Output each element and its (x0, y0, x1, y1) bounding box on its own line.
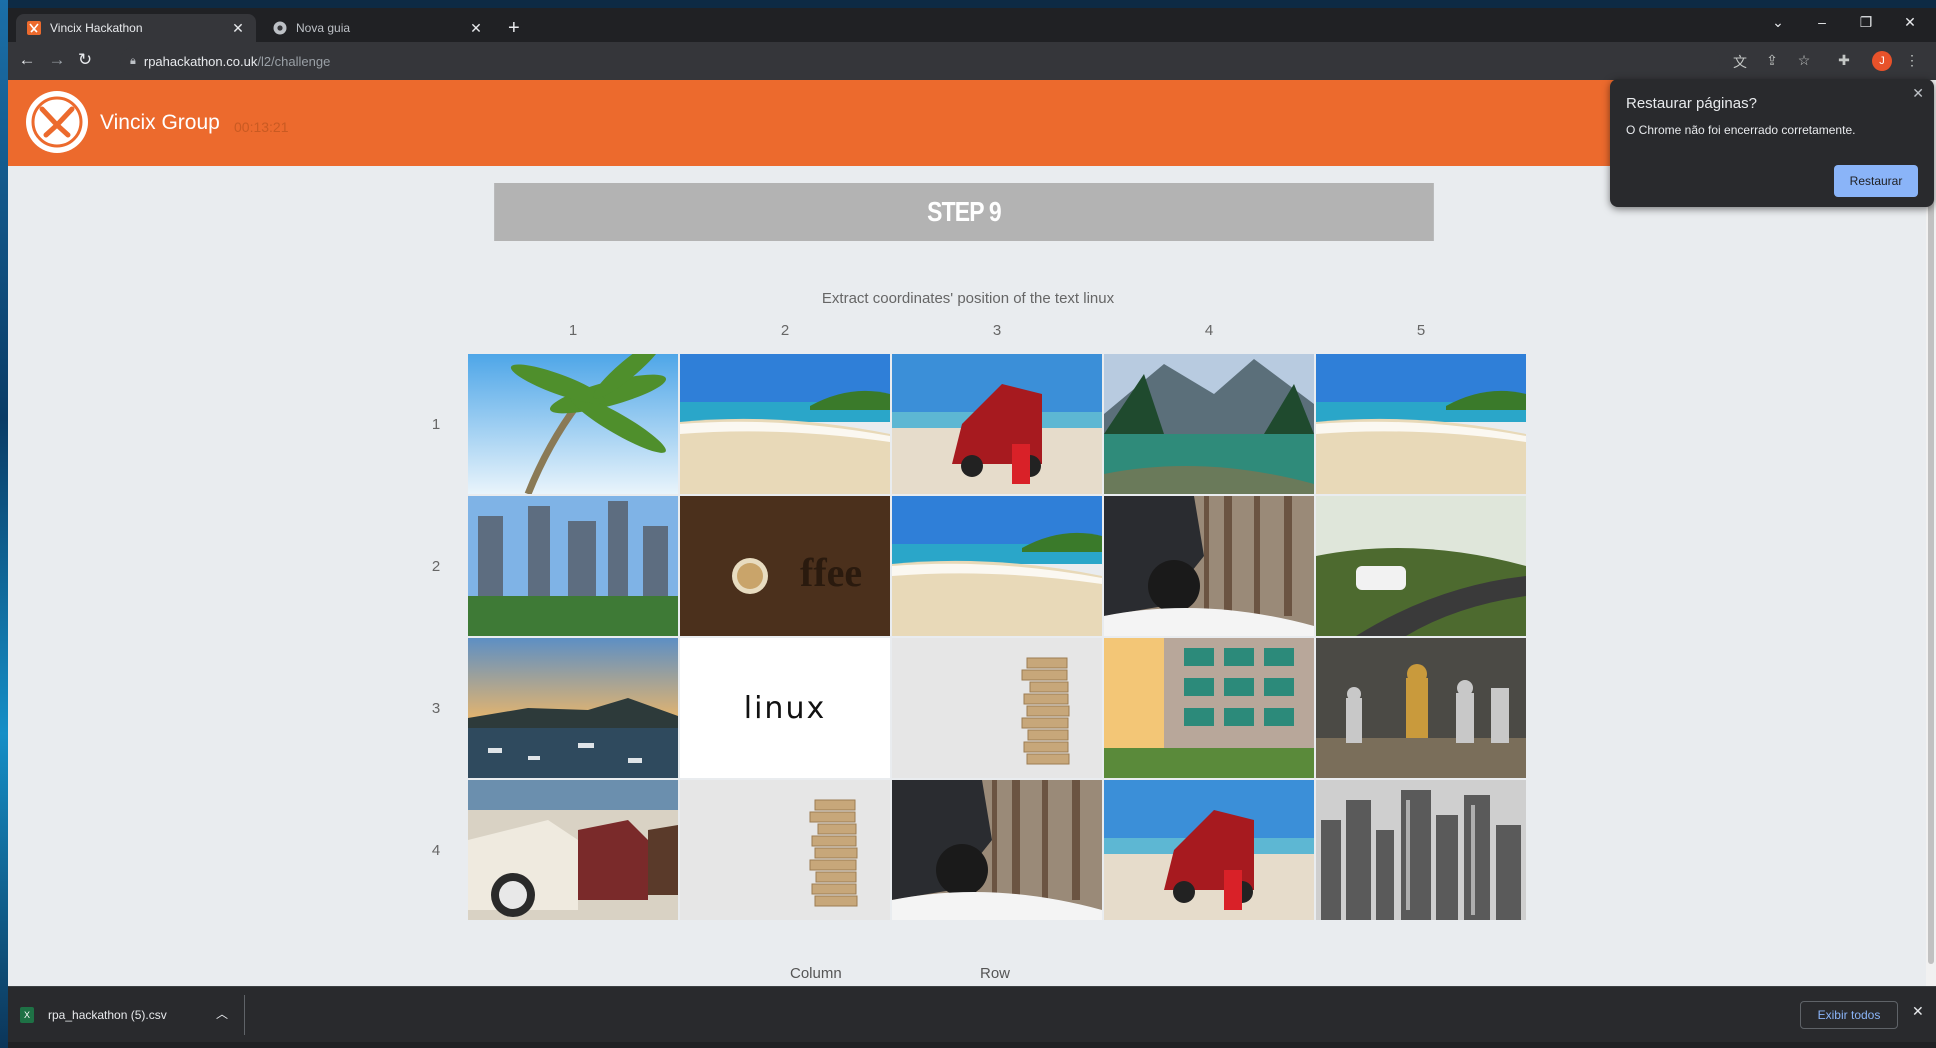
download-divider (244, 995, 245, 1035)
column-header: 1 (568, 322, 578, 339)
profile-avatar[interactable]: J (1872, 51, 1892, 71)
grid-image-apartment-sunset[interactable] (1104, 638, 1314, 778)
tab-search-icon[interactable]: ⌄ (1756, 14, 1800, 31)
url-host: rpahackathon.co.uk (143, 53, 258, 69)
grid-image-coffee-beans[interactable]: ffee (680, 496, 890, 636)
translate-icon[interactable]: 文 (1730, 52, 1750, 72)
vincix-logo (26, 91, 88, 153)
tab-strip: Vincix Hackathon ✕ Nova guia ✕ + ⌄ – ❐ ✕ (8, 8, 1936, 42)
grid-image-palm-tree[interactable] (468, 354, 678, 494)
url-path: /l2/challenge (257, 53, 331, 69)
grid-image-linux[interactable]: linux (680, 638, 890, 778)
column-header: 4 (1204, 322, 1214, 339)
page-content: Vincix Group 00:13:21 STEP 9 Extract coo… (8, 80, 1926, 986)
popup-close-icon[interactable]: ✕ (1912, 85, 1924, 102)
vincix-favicon-icon (26, 20, 42, 36)
tab-close-icon[interactable]: ✕ (230, 20, 246, 37)
restore-button[interactable]: Restaurar (1834, 165, 1918, 197)
tab-nova-guia[interactable]: Nova guia ✕ (262, 14, 494, 42)
svg-text:ffee: ffee (800, 550, 862, 595)
download-bar: X rpa_hackathon (5).csv ︿ Exibir todos ✕ (8, 986, 1936, 1042)
excel-file-icon: X (20, 1007, 34, 1023)
download-filename: rpa_hackathon (5).csv (48, 1008, 167, 1022)
grid-image-red-car-beach[interactable] (1104, 780, 1314, 920)
grid-image-beach[interactable] (892, 496, 1102, 636)
page-scrollbar[interactable] (1926, 80, 1936, 986)
tab-title: Vincix Hackathon (50, 21, 143, 35)
browser-toolbar: ← → ↻ 🔒︎ rpahackathon.co.uk/l2/challenge… (8, 42, 1936, 80)
grid-image-city-bw[interactable] (1316, 780, 1526, 920)
tab-close-icon[interactable]: ✕ (468, 20, 484, 37)
desktop-background (0, 0, 8, 1048)
new-tab-button[interactable]: + (508, 18, 520, 38)
row-header: 2 (431, 558, 441, 575)
grid-image-jenga-tower[interactable] (892, 638, 1102, 778)
grid-image-mountain-lake[interactable] (1104, 354, 1314, 494)
grid-image-beach[interactable] (680, 354, 890, 494)
back-icon[interactable]: ← (16, 50, 38, 70)
timer: 00:13:21 (234, 119, 289, 135)
linux-text: linux (743, 690, 827, 726)
share-icon[interactable]: ⇪ (1762, 52, 1782, 69)
grid-image-harbor-sunset[interactable] (468, 638, 678, 778)
restore-window-icon[interactable]: ❐ (1844, 14, 1888, 31)
download-item[interactable]: X rpa_hackathon (5).csv (20, 999, 167, 1031)
column-input-label: Column (790, 965, 842, 982)
grid-image-car-snow-forest[interactable] (1104, 496, 1314, 636)
row-header: 4 (431, 842, 441, 859)
popup-title: Restaurar páginas? (1626, 95, 1757, 112)
download-bar-close-icon[interactable]: ✕ (1912, 1003, 1924, 1020)
tab-vincix-hackathon[interactable]: Vincix Hackathon ✕ (16, 14, 256, 42)
grid-image-beach[interactable] (1316, 354, 1526, 494)
grid-image-vintage-cars[interactable] (468, 780, 678, 920)
chrome-favicon-icon (272, 20, 288, 36)
column-header: 5 (1416, 322, 1426, 339)
bookmark-star-icon[interactable]: ☆ (1794, 52, 1814, 69)
minimize-icon[interactable]: – (1800, 14, 1844, 30)
grid-image-car-snow-forest[interactable] (892, 780, 1102, 920)
grid-image-red-car-beach[interactable] (892, 354, 1102, 494)
show-all-downloads-button[interactable]: Exibir todos (1800, 1001, 1898, 1029)
column-header: 3 (992, 322, 1002, 339)
instruction-text: Extract coordinates' position of the tex… (821, 290, 1115, 307)
reload-icon[interactable]: ↻ (74, 50, 96, 70)
grid-image-city-skyscrapers[interactable] (468, 496, 678, 636)
grid-image-jenga-tower[interactable] (680, 780, 890, 920)
row-input-label: Row (980, 965, 1011, 982)
row-header: 1 (431, 416, 441, 433)
scrollbar-thumb[interactable] (1928, 84, 1934, 964)
grid-image-white-suv-road[interactable] (1316, 496, 1526, 636)
lock-icon: 🔒︎ (130, 54, 136, 67)
restore-pages-popup: Restaurar páginas? O Chrome não foi ence… (1610, 79, 1934, 207)
column-header: 2 (780, 322, 790, 339)
grid-image-chess-pieces[interactable] (1316, 638, 1526, 778)
popup-message: O Chrome não foi encerrado corretamente. (1626, 123, 1856, 137)
browser-window: Vincix Hackathon ✕ Nova guia ✕ + ⌄ – ❐ ✕… (8, 8, 1936, 1048)
chevron-up-icon[interactable]: ︿ (216, 1005, 228, 1022)
close-window-icon[interactable]: ✕ (1888, 14, 1932, 31)
extensions-icon[interactable]: ✚ (1834, 52, 1854, 69)
step-banner: STEP 9 (494, 183, 1434, 241)
row-header: 3 (431, 700, 441, 717)
forward-icon[interactable]: → (46, 50, 68, 70)
address-bar[interactable]: 🔒︎ rpahackathon.co.uk/l2/challenge (120, 47, 1720, 75)
brand-name: Vincix Group (100, 111, 220, 134)
tab-title: Nova guia (296, 21, 351, 35)
menu-kebab-icon[interactable]: ⋮ (1902, 52, 1922, 69)
